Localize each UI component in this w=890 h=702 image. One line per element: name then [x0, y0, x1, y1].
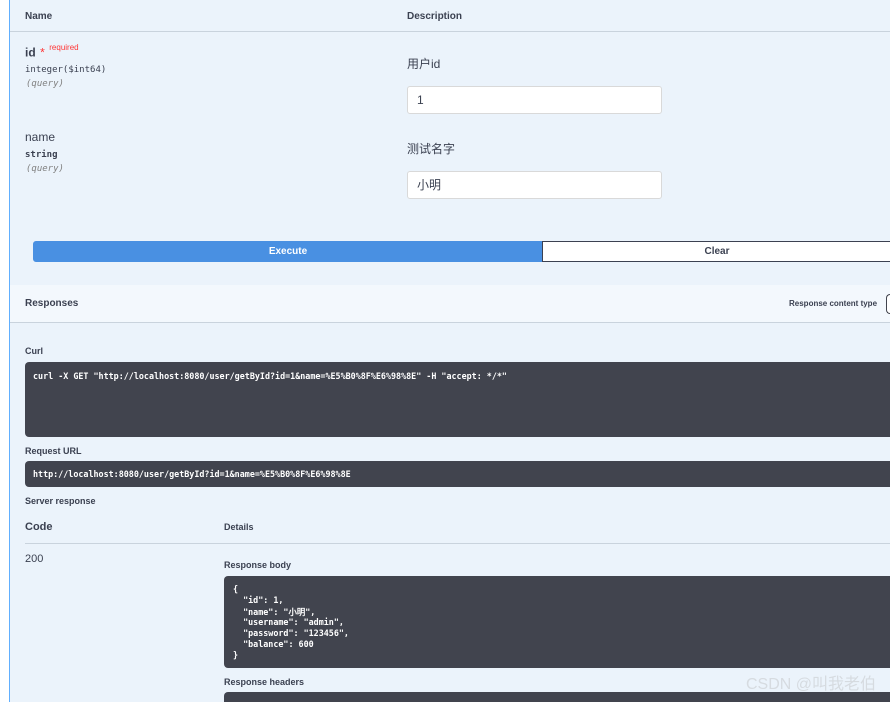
- param-location: (query): [26, 79, 64, 89]
- param-type: string: [25, 150, 58, 160]
- param-description: 测试名字: [407, 142, 456, 156]
- header-divider: [10, 31, 890, 32]
- json-line: "password": "123456",: [233, 628, 349, 638]
- response-body-block: { "id": 1, "name": "小明", "username": "ad…: [224, 576, 890, 668]
- code-column-header: Code: [25, 521, 53, 533]
- content-type-select[interactable]: [886, 294, 890, 314]
- execute-button[interactable]: Execute: [33, 241, 543, 262]
- param-name: id: [25, 45, 36, 60]
- request-url-label: Request URL: [25, 446, 82, 456]
- clear-button[interactable]: Clear: [542, 241, 890, 262]
- column-header-name: Name: [25, 11, 53, 22]
- param-name: name: [25, 130, 56, 144]
- json-line: "balance": 600: [233, 639, 314, 649]
- json-line: "username": "admin",: [233, 617, 344, 627]
- name-input[interactable]: 小明: [407, 171, 662, 199]
- response-headers-label: Response headers: [224, 677, 305, 687]
- param-id-name-cell: id * required: [25, 43, 79, 61]
- column-header-description: Description: [407, 11, 463, 22]
- param-location: (query): [26, 164, 64, 174]
- responses-divider: [10, 322, 890, 323]
- watermark: CSDN @叫我老伯: [745, 676, 876, 693]
- required-label: required: [49, 43, 79, 52]
- json-line: }: [233, 650, 239, 660]
- request-url: http://localhost:8080/user/getById?id=1&…: [33, 469, 351, 479]
- server-response-divider: [25, 543, 890, 544]
- curl-code-block: curl -X GET "http://localhost:8080/user/…: [25, 362, 890, 437]
- details-column-header: Details: [224, 522, 254, 532]
- param-description: 用户id: [407, 57, 441, 71]
- responses-header: Responses Response content type: [10, 285, 890, 322]
- request-url-block: http://localhost:8080/user/getById?id=1&…: [25, 461, 890, 487]
- status-code: 200: [25, 553, 44, 565]
- json-line: "id": 1,: [233, 595, 284, 605]
- content-type-label: Response content type: [789, 299, 878, 308]
- id-input[interactable]: 1: [407, 86, 662, 114]
- responses-title: Responses: [25, 298, 79, 309]
- curl-label: Curl: [25, 346, 43, 356]
- curl-command: curl -X GET "http://localhost:8080/user/…: [33, 371, 507, 381]
- required-star: *: [40, 45, 45, 60]
- json-line: {: [233, 584, 239, 594]
- response-body-label: Response body: [224, 560, 292, 570]
- operation-panel: Name Description id * required integer($…: [9, 0, 890, 702]
- server-response-label: Server response: [25, 496, 96, 506]
- param-type: integer($int64): [25, 65, 107, 75]
